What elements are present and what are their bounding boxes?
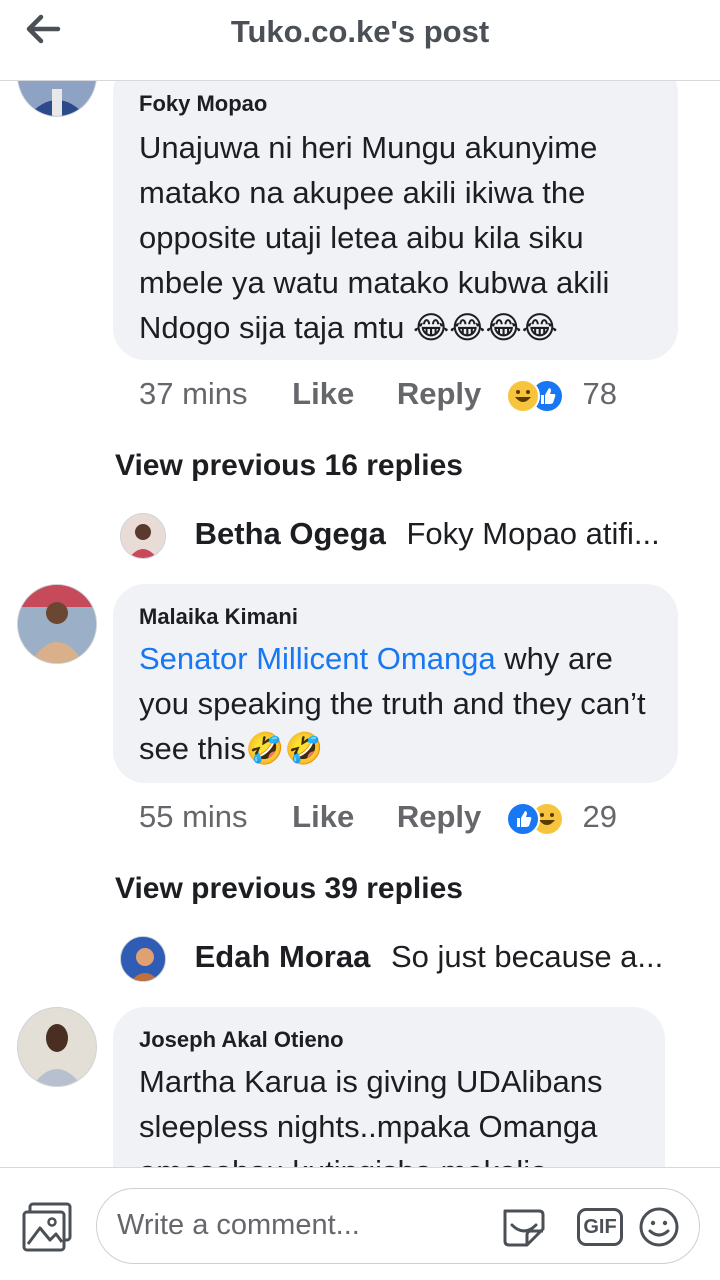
emoji-icon[interactable] bbox=[637, 1205, 681, 1249]
reaction-summary[interactable]: 78 bbox=[505, 376, 617, 413]
avatar bbox=[120, 936, 166, 982]
view-previous-replies-link[interactable]: View previous 39 replies bbox=[115, 872, 463, 906]
reply-text: Foky Mopao atifi... bbox=[406, 516, 660, 552]
comment-bubble[interactable]: Malaika Kimani Senator Millicent Omanga … bbox=[113, 584, 678, 783]
commenter-name[interactable]: Joseph Akal Otieno bbox=[139, 1027, 344, 1053]
comment-text: Unajuwa ni heri Mungu akunyime matako na… bbox=[139, 130, 610, 345]
reply-author[interactable]: Edah Moraa bbox=[195, 939, 371, 974]
avatar bbox=[120, 513, 166, 559]
reaction-count: 29 bbox=[582, 799, 617, 834]
comment-meta: 37 mins Like Reply 78 bbox=[139, 376, 617, 413]
commenter-name[interactable]: Malaika Kimani bbox=[139, 604, 298, 630]
reply-button[interactable]: Reply bbox=[397, 799, 481, 834]
avatar[interactable] bbox=[17, 81, 97, 117]
reaction-count: 78 bbox=[582, 376, 617, 411]
comment-bubble[interactable]: Joseph Akal Otieno Martha Karua is givin… bbox=[113, 1007, 665, 1167]
reply-text: So just because a... bbox=[390, 939, 664, 975]
reaction-summary[interactable]: 29 bbox=[505, 799, 617, 836]
rofl-emoji: 🤣🤣 bbox=[245, 731, 324, 766]
photo-icon[interactable] bbox=[20, 1200, 76, 1254]
reply-author[interactable]: Betha Ogega bbox=[195, 516, 386, 551]
top-bar: Tuko.co.ke's post bbox=[0, 0, 720, 81]
comments-list: Foky Mopao Unajuwa ni heri Mungu akunyim… bbox=[0, 81, 720, 1167]
reply-button[interactable]: Reply bbox=[397, 376, 481, 411]
comment-text: Senator Millicent Omanga why are you spe… bbox=[139, 641, 646, 766]
mention-link[interactable]: Senator Millicent Omanga bbox=[139, 641, 496, 676]
gif-button[interactable]: GIF bbox=[577, 1208, 623, 1246]
comment-bubble[interactable]: Foky Mopao Unajuwa ni heri Mungu akunyim… bbox=[113, 81, 678, 360]
comment-text: Martha Karua is giving UDAlibans sleeple… bbox=[139, 1064, 603, 1167]
reply-preview[interactable]: Edah Moraa So just because a... bbox=[120, 936, 663, 986]
comment-placeholder: Write a comment... bbox=[117, 1209, 360, 1241]
commenter-name[interactable]: Foky Mopao bbox=[139, 91, 267, 117]
laughing-emoji: 😂😂😂😂 bbox=[413, 310, 558, 345]
like-button[interactable]: Like bbox=[292, 376, 354, 411]
reply-preview[interactable]: Betha Ogega Foky Mopao atifi... bbox=[120, 513, 660, 563]
sticker-icon[interactable] bbox=[499, 1203, 549, 1251]
comment-input[interactable]: Write a comment... GIF bbox=[96, 1188, 700, 1264]
haha-reaction-icon bbox=[505, 378, 540, 413]
like-reaction-icon bbox=[505, 801, 540, 836]
timestamp: 37 mins bbox=[139, 376, 248, 411]
comment-composer: Write a comment... GIF bbox=[0, 1167, 720, 1280]
view-previous-replies-link[interactable]: View previous 16 replies bbox=[115, 449, 463, 483]
like-button[interactable]: Like bbox=[292, 799, 354, 834]
timestamp: 55 mins bbox=[139, 799, 248, 834]
avatar[interactable] bbox=[17, 1007, 97, 1087]
page-title: Tuko.co.ke's post bbox=[230, 14, 490, 49]
comment-meta: 55 mins Like Reply 29 bbox=[139, 799, 617, 836]
avatar[interactable] bbox=[17, 584, 97, 664]
gif-label: GIF bbox=[583, 1216, 617, 1238]
